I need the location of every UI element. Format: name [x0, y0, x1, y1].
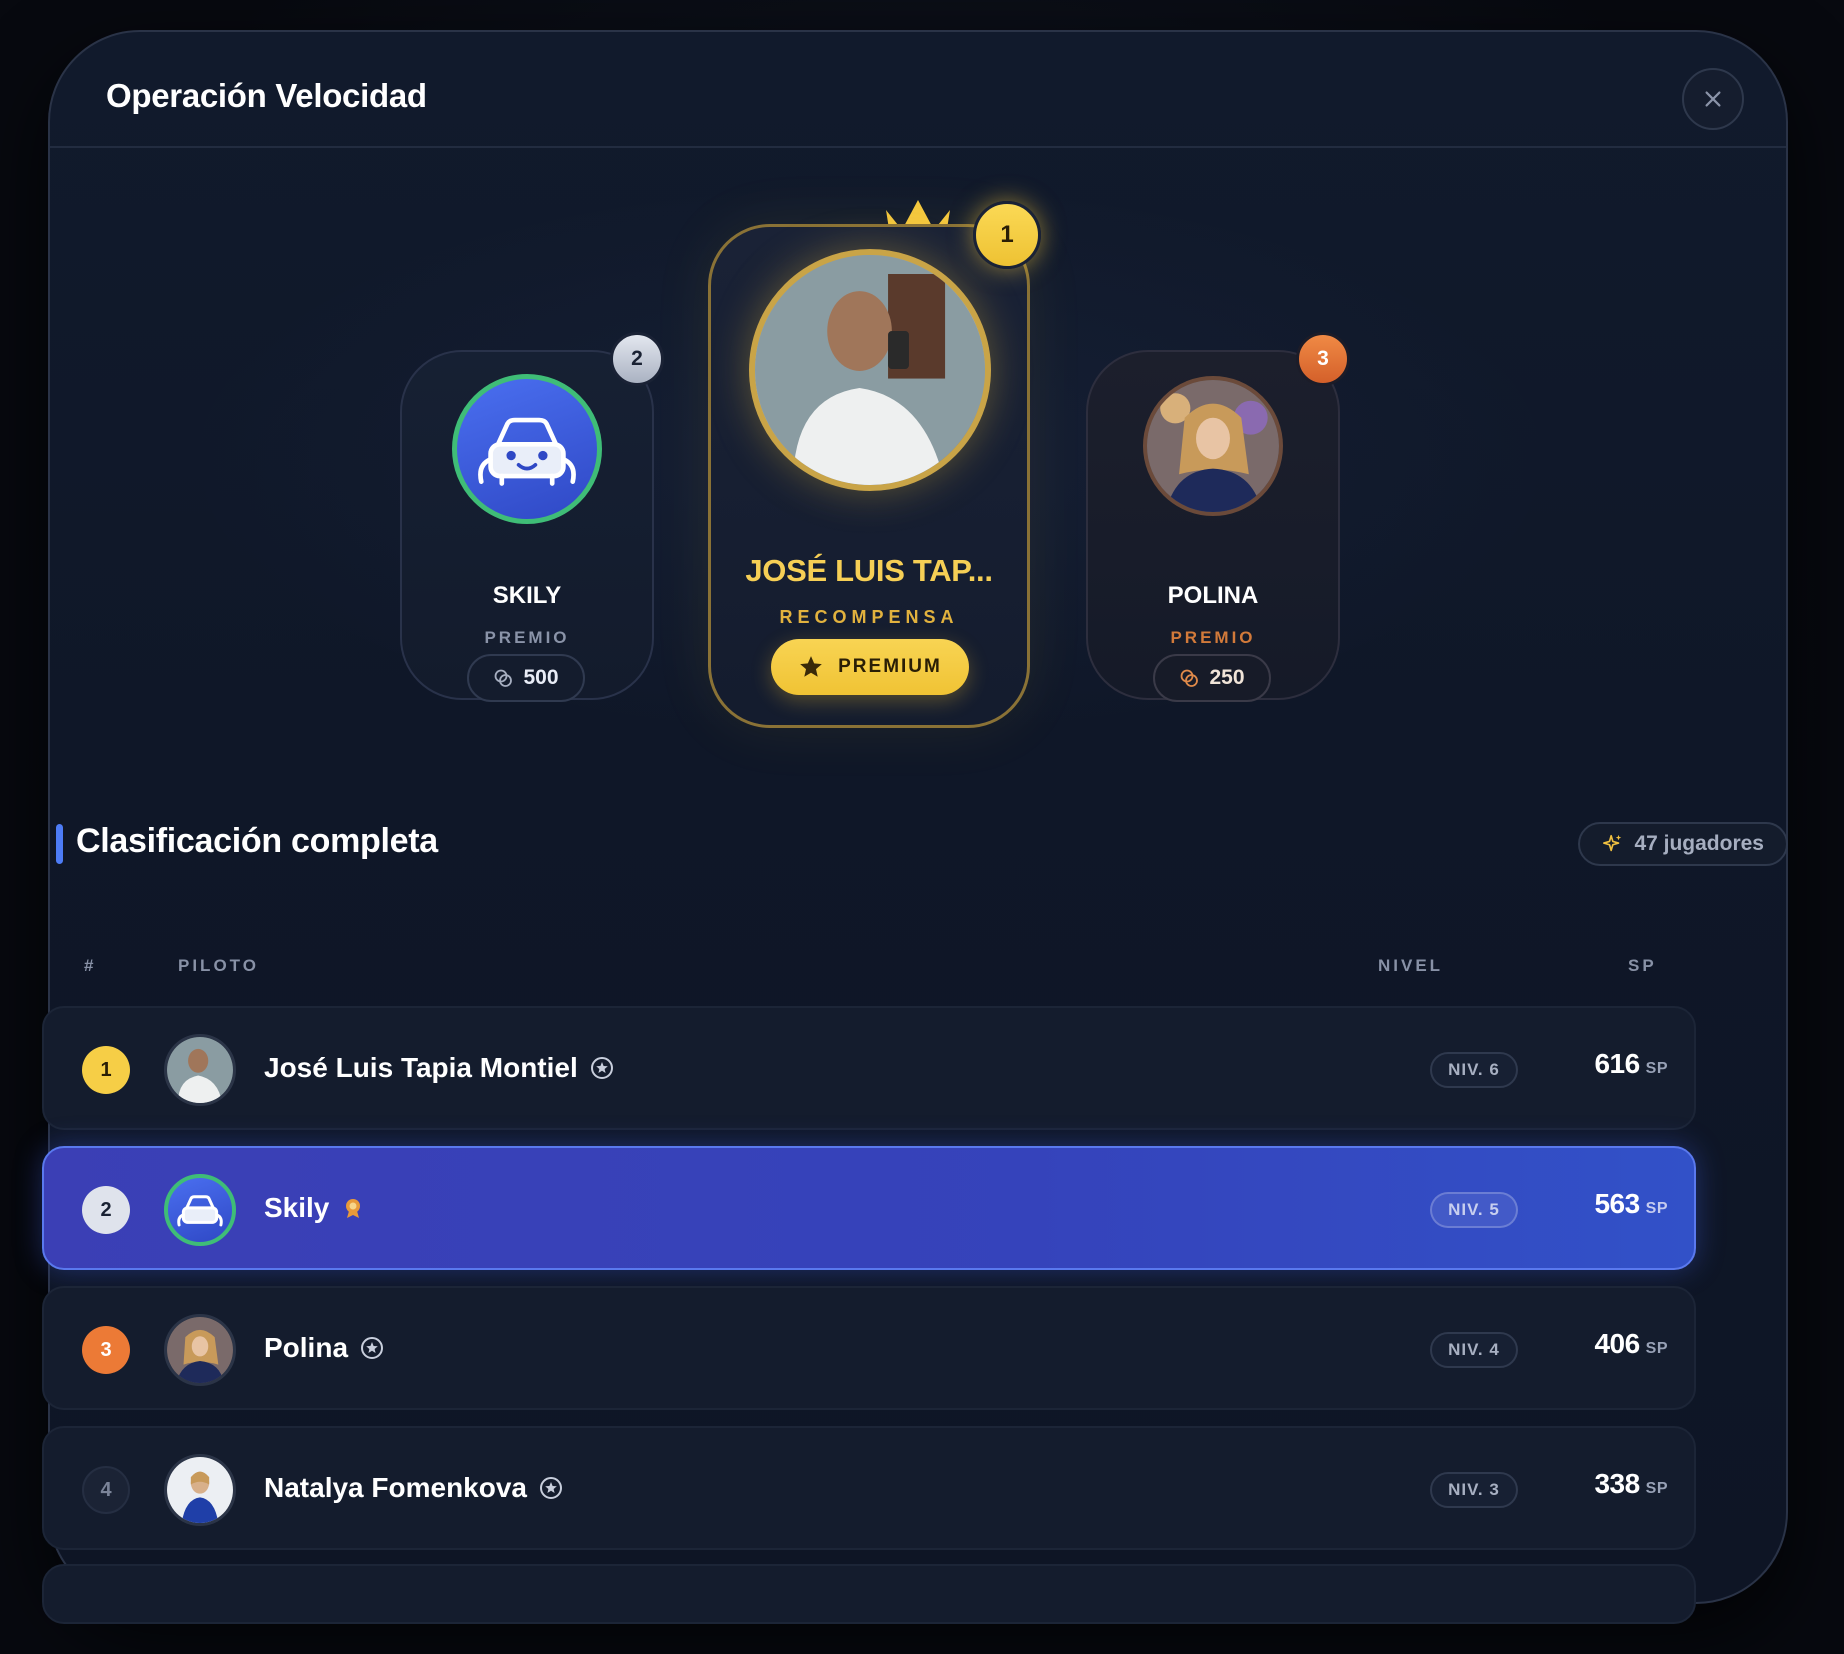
podium-third-prize: 250	[1153, 654, 1271, 702]
podium-third-label: PREMIO	[1170, 628, 1256, 647]
podium-first[interactable]: JOSÉ LUIS TAP... RECOMPENSA PREMIUM 1	[708, 201, 1041, 728]
column-header-sp: SP	[1628, 956, 1657, 975]
players-count: 47 jugadores	[1634, 832, 1764, 855]
row-player-name: Polina	[264, 1332, 384, 1364]
podium-second[interactable]: SKILY PREMIO 500 2	[400, 332, 664, 702]
user-photo-icon	[167, 1037, 233, 1103]
podium-second-avatar	[452, 374, 602, 524]
star-badge-icon	[540, 1477, 562, 1499]
close-button[interactable]	[1682, 68, 1744, 130]
row-level-badge: NIV. 4	[1430, 1332, 1518, 1368]
row-rank-badge: 2	[82, 1186, 130, 1234]
players-count-badge: 47 jugadores	[1578, 822, 1788, 866]
row-rank-badge: 3	[82, 1326, 130, 1374]
star-badge-icon	[590, 1057, 613, 1079]
podium-first-name: JOSÉ LUIS TAP...	[745, 553, 993, 588]
podium-third-prize-value: 250	[1209, 666, 1245, 689]
podium-first-rank-badge: 1	[973, 201, 1041, 269]
coins-icon	[495, 669, 513, 687]
table-row[interactable]: 4 Natalya Fomenkova NIV. 3 338 SP	[42, 1426, 1696, 1550]
row-score-value: 406	[1594, 1328, 1640, 1359]
row-score: 338 SP	[1594, 1468, 1668, 1500]
podium-second-prize: 500	[467, 654, 585, 702]
column-header-pilot: PILOTO	[178, 956, 259, 975]
table-row[interactable]: 3 Polina NIV. 4 406 SP	[42, 1286, 1696, 1410]
user-photo-icon	[1147, 380, 1279, 512]
row-score-unit: SP	[1645, 1480, 1668, 1497]
row-score-unit: SP	[1645, 1340, 1668, 1357]
user-photo-icon	[167, 1317, 233, 1383]
podium-second-label: PREMIO	[484, 628, 570, 647]
podium-second-rank-badge: 2	[610, 332, 664, 386]
podium-third[interactable]: POLINA PREMIO 250 3	[1086, 332, 1350, 702]
row-score: 406 SP	[1594, 1328, 1668, 1360]
row-level-badge: NIV. 3	[1430, 1472, 1518, 1508]
avatar	[164, 1174, 236, 1246]
table-row-current-user[interactable]: 2 Skily NIV. 5 563 SP	[42, 1146, 1696, 1270]
row-score-unit: SP	[1645, 1060, 1668, 1077]
podium-first-avatar	[749, 249, 991, 491]
row-level-badge: NIV. 5	[1430, 1192, 1518, 1228]
row-score-value: 563	[1594, 1188, 1640, 1219]
avatar	[164, 1034, 236, 1106]
row-score-value: 616	[1594, 1048, 1640, 1079]
row-score-value: 338	[1594, 1468, 1640, 1499]
section-title: Clasificación completa	[76, 822, 438, 860]
podium-third-name: POLINA	[1167, 582, 1259, 609]
podium-third-avatar	[1143, 376, 1283, 516]
section-accent-bar	[56, 824, 63, 864]
row-score: 563 SP	[1594, 1188, 1668, 1220]
column-header-rank: #	[84, 956, 97, 975]
row-player-name-text: Skily	[264, 1192, 330, 1223]
user-photo-icon	[167, 1457, 233, 1523]
car-robot-icon	[177, 1195, 223, 1227]
row-player-name: José Luis Tapia Montiel	[264, 1052, 614, 1084]
avatar	[164, 1314, 236, 1386]
star-badge-icon	[361, 1337, 384, 1359]
avatar	[164, 1454, 236, 1526]
modal-title: Operación Velocidad	[106, 77, 427, 114]
row-score-unit: SP	[1645, 1200, 1668, 1217]
premium-reward-button[interactable]: PREMIUM	[771, 639, 969, 695]
podium-third-rank-badge: 3	[1296, 332, 1350, 386]
table-row-partial[interactable]	[42, 1564, 1696, 1624]
medal-badge-icon	[346, 1199, 361, 1218]
row-player-name-text: Natalya Fomenkova	[264, 1472, 527, 1503]
car-robot-icon	[478, 417, 576, 486]
podium-first-label: RECOMPENSA	[779, 607, 959, 627]
column-header-level: NIVEL	[1378, 956, 1444, 975]
row-player-name: Skily	[264, 1192, 365, 1224]
row-player-name-text: Polina	[264, 1332, 349, 1363]
podium-second-prize-value: 500	[523, 666, 559, 689]
modal-header: Operación Velocidad	[50, 32, 1786, 148]
star-icon	[800, 656, 822, 677]
sparkles-icon	[1603, 834, 1622, 852]
table-row[interactable]: 1 José Luis Tapia Montiel NIV. 6 616 SP	[42, 1006, 1696, 1130]
row-level-badge: NIV. 6	[1430, 1052, 1518, 1088]
row-score: 616 SP	[1594, 1048, 1668, 1080]
close-icon	[1705, 91, 1721, 107]
row-player-name: Natalya Fomenkova	[264, 1472, 563, 1504]
premium-reward-label: PREMIUM	[838, 656, 942, 677]
row-rank-badge: 1	[82, 1046, 130, 1094]
podium-second-name: SKILY	[492, 582, 562, 609]
coins-icon	[1181, 669, 1199, 687]
user-photo-icon	[755, 255, 985, 485]
row-player-name-text: José Luis Tapia Montiel	[264, 1052, 578, 1083]
row-rank-badge: 4	[82, 1466, 130, 1514]
